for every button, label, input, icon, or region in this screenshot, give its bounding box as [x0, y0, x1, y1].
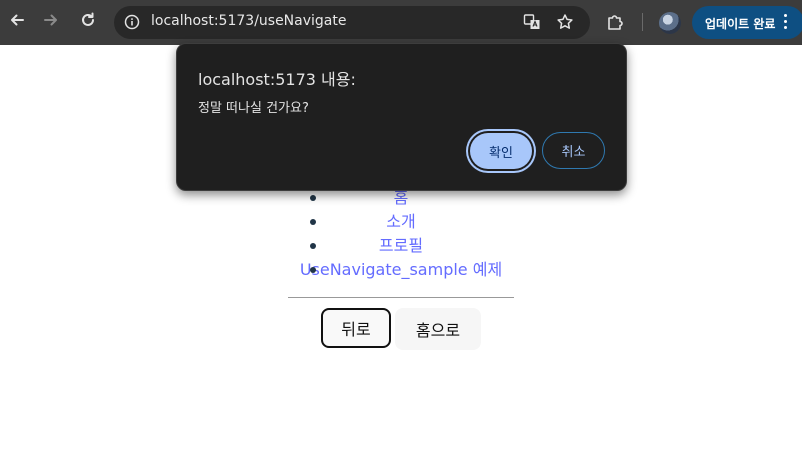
nav-menu: 홈 소개 프로필 UseNavigate_sample 예제	[290, 186, 512, 282]
reload-icon	[79, 11, 97, 33]
horizontal-divider	[288, 297, 514, 298]
bullet-icon	[310, 267, 316, 273]
reload-button[interactable]	[74, 8, 102, 36]
confirm-dialog: localhost:5173 내용: 정말 떠나실 건가요? 확인 취소	[176, 43, 627, 191]
bookmark-star-icon[interactable]	[555, 12, 575, 32]
confirm-button[interactable]: 확인	[470, 133, 532, 169]
profile-avatar[interactable]	[659, 12, 681, 34]
update-button-label: 업데이트 완료	[705, 17, 776, 31]
list-item: 소개	[290, 210, 512, 234]
nav-link-profile[interactable]: 프로필	[379, 236, 423, 255]
bullet-icon	[310, 243, 316, 249]
site-info-icon[interactable]	[122, 12, 142, 32]
address-bar[interactable]: localhost:5173/useNavigate	[114, 6, 590, 39]
nav-link-about[interactable]: 소개	[386, 212, 415, 231]
browser-toolbar: localhost:5173/useNavigate 업데이트 완료	[0, 0, 802, 45]
extensions-puzzle-icon[interactable]	[605, 12, 625, 32]
url-text[interactable]: localhost:5173/useNavigate	[151, 13, 346, 29]
forward-nav-button[interactable]	[37, 8, 65, 36]
back-button[interactable]: 뒤로	[321, 308, 391, 348]
bullet-icon	[310, 219, 316, 225]
list-item: 프로필	[290, 234, 512, 258]
arrow-left-icon	[8, 11, 26, 33]
menu-dots-icon[interactable]	[784, 14, 788, 31]
dialog-message: 정말 떠나실 건가요?	[198, 101, 309, 116]
dialog-title: localhost:5173 내용:	[198, 70, 356, 89]
go-home-button[interactable]: 홈으로	[395, 308, 481, 350]
update-complete-button[interactable]: 업데이트 완료	[692, 6, 802, 39]
arrow-right-icon	[42, 11, 60, 33]
translate-icon[interactable]	[522, 12, 542, 32]
bullet-icon	[310, 195, 316, 201]
cancel-button[interactable]: 취소	[542, 132, 605, 169]
nav-link-usenavigate-sample[interactable]: UseNavigate_sample 예제	[300, 260, 502, 279]
toolbar-divider	[642, 13, 643, 31]
list-item: UseNavigate_sample 예제	[290, 258, 512, 282]
back-nav-button[interactable]	[3, 8, 31, 36]
